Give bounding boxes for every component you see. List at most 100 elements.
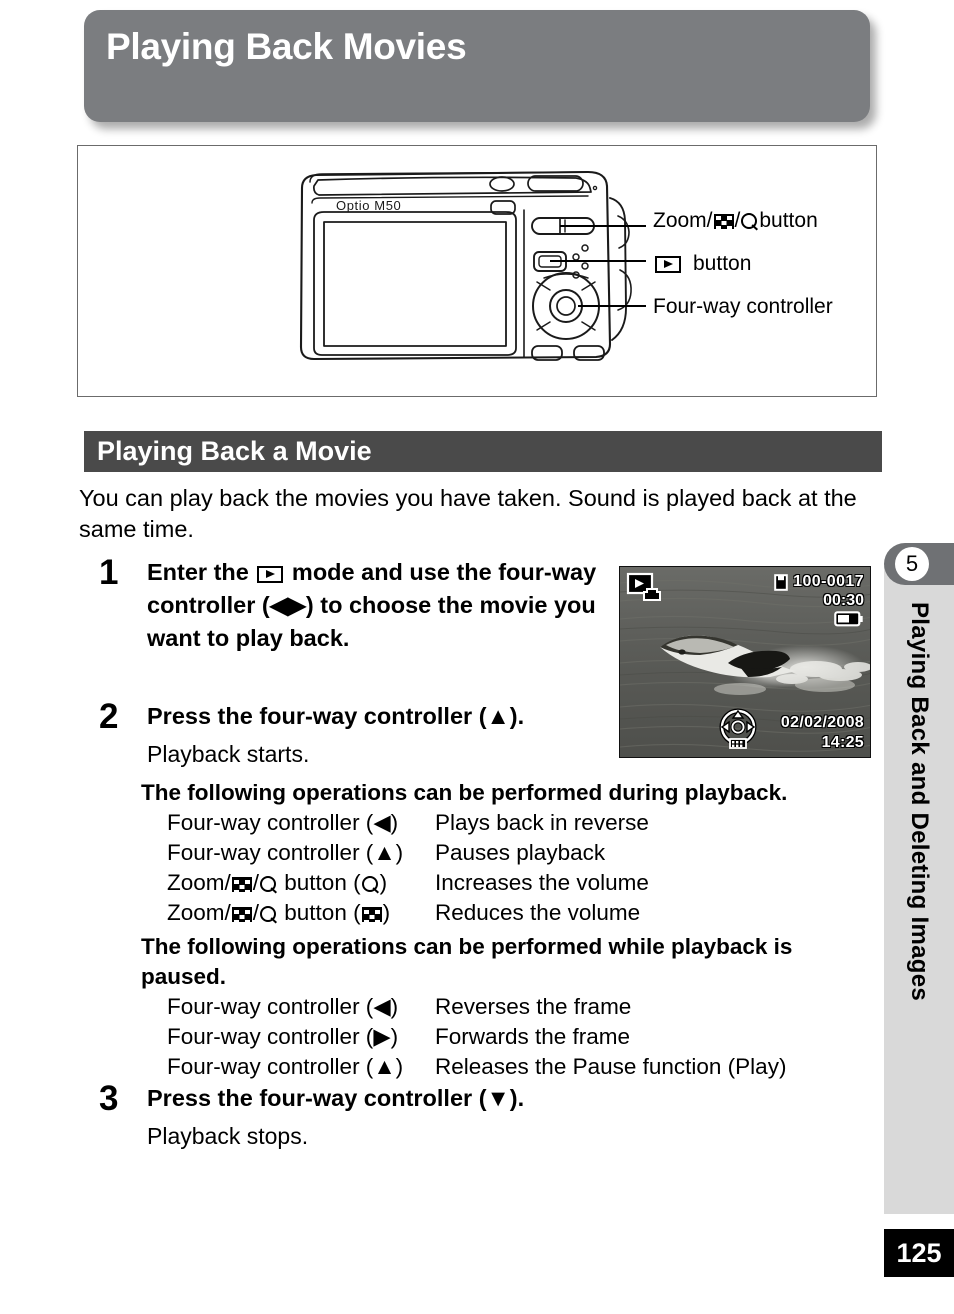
battery-icon bbox=[834, 611, 863, 627]
step-1-title: Enter the mode and use the four-way cont… bbox=[147, 556, 619, 655]
figure-callouts: Zoom/ / button button Four-way controlle… bbox=[653, 206, 833, 335]
section-header: Playing Back a Movie bbox=[84, 431, 882, 472]
operation-key-text: Four-way controller ( bbox=[167, 1024, 374, 1049]
zoom-button-callout: Zoom/ / button bbox=[653, 206, 833, 236]
operations-during-playback-heading: The following operations can be performe… bbox=[141, 780, 788, 805]
operation-key: Four-way controller (◀) bbox=[167, 992, 435, 1022]
step-1-text-a: Enter the bbox=[147, 559, 256, 585]
step-3-number: 3 bbox=[99, 1079, 119, 1118]
step-3: 3 Press the four-way controller (▼). Pla… bbox=[99, 1079, 819, 1152]
operation-row: Four-way controller (▲) Pauses playback bbox=[141, 838, 881, 868]
operation-key-text: Four-way controller ( bbox=[167, 840, 374, 865]
magnifier-icon bbox=[260, 906, 277, 923]
operation-key: Four-way controller (▶) bbox=[167, 1022, 435, 1052]
operation-key-end: ) bbox=[390, 1024, 399, 1049]
operation-row: Four-way controller (▶) Forwards the fra… bbox=[141, 1022, 881, 1052]
four-way-guide-icon bbox=[719, 708, 757, 749]
operation-key-end: ) bbox=[390, 994, 399, 1019]
operation-key-mid: button ( bbox=[278, 870, 361, 895]
left-arrow-icon: ◀ bbox=[269, 592, 288, 618]
zoom-callout-suffix: button bbox=[759, 209, 818, 232]
operation-key-text: Zoom/ bbox=[167, 900, 231, 925]
operation-value: Plays back in reverse bbox=[435, 810, 649, 835]
page-number: 125 bbox=[884, 1229, 954, 1277]
step-2-text-b: ). bbox=[509, 703, 525, 729]
operation-row: Zoom/ / button () Increases the volume bbox=[141, 868, 881, 898]
left-arrow-icon: ◀ bbox=[373, 810, 391, 835]
page-title: Playing Back Movies bbox=[106, 26, 467, 67]
chapter-number: 5 bbox=[895, 547, 929, 581]
up-arrow-icon: ▲ bbox=[486, 703, 510, 729]
manual-page: Playing Back Movies Optio M50 Zoom/ / bu… bbox=[0, 0, 954, 1314]
zoom-callout-prefix: Zoom/ bbox=[653, 209, 713, 232]
lcd-preview: 100-0017 00:30 02/02/2008 14:25 bbox=[619, 566, 871, 758]
operation-key: Zoom/ / button () bbox=[167, 868, 435, 898]
magnifier-icon bbox=[741, 212, 758, 230]
folder-icon bbox=[774, 574, 788, 591]
step-1-number: 1 bbox=[99, 553, 119, 592]
step-3-text-a: Press the four-way controller ( bbox=[147, 1085, 487, 1111]
down-arrow-icon: ▼ bbox=[486, 1085, 510, 1111]
operation-value: Pauses playback bbox=[435, 840, 606, 865]
four-way-callout-label: Four-way controller bbox=[653, 295, 833, 318]
chapter-title-vertical: Playing Back and Deleting Images bbox=[884, 596, 954, 1156]
operation-key-text: Zoom/ bbox=[167, 870, 231, 895]
operations-during-playback: The following operations can be performe… bbox=[141, 778, 881, 928]
step-2-number: 2 bbox=[99, 697, 119, 736]
page-title-banner: Playing Back Movies bbox=[84, 10, 870, 122]
operation-key-end: ) bbox=[379, 870, 388, 895]
grid-icon bbox=[231, 907, 252, 922]
operation-key-sep: / bbox=[252, 870, 260, 895]
chapter-title-label: Playing Back and Deleting Images bbox=[906, 602, 933, 1002]
step-2-text-a: Press the four-way controller ( bbox=[147, 703, 487, 729]
operation-key: Four-way controller (▲) bbox=[167, 1052, 435, 1082]
lcd-file-number: 100-0017 bbox=[793, 573, 864, 590]
playback-button-callout: button bbox=[653, 249, 833, 279]
operation-key-end: ) bbox=[390, 810, 399, 835]
operation-row: Zoom/ / button () Reduces the volume bbox=[141, 898, 881, 928]
operation-value: Reduces the volume bbox=[435, 900, 641, 925]
lcd-duration: 00:30 bbox=[823, 592, 864, 609]
right-arrow-icon: ▶ bbox=[287, 592, 306, 618]
operation-row: Four-way controller (▲) Releases the Pau… bbox=[141, 1052, 881, 1082]
operations-while-paused-heading: The following operations can be performe… bbox=[141, 934, 793, 989]
operation-key-end: ) bbox=[395, 840, 404, 865]
step-2: 2 Press the four-way controller (▲). Pla… bbox=[99, 697, 639, 770]
operation-row: Four-way controller (◀) Reverses the fra… bbox=[141, 992, 881, 1022]
lcd-time: 14:25 bbox=[821, 734, 864, 751]
chapter-tab: 5 bbox=[884, 543, 954, 585]
operation-key-text: Four-way controller ( bbox=[167, 1054, 374, 1079]
step-2-title: Press the four-way controller (▲). bbox=[147, 700, 524, 733]
play-mode-icon bbox=[257, 566, 284, 583]
operation-value: Reverses the frame bbox=[435, 994, 632, 1019]
operation-key-end: ) bbox=[382, 900, 391, 925]
magnifier-icon bbox=[361, 876, 379, 893]
operation-key: Four-way controller (◀) bbox=[167, 808, 435, 838]
operations-while-paused: The following operations can be performe… bbox=[141, 932, 881, 1082]
operation-value: Releases the Pause function (Play) bbox=[435, 1054, 787, 1079]
right-arrow-icon: ▶ bbox=[373, 1024, 391, 1049]
grid-icon bbox=[361, 907, 382, 922]
left-arrow-icon: ◀ bbox=[373, 994, 391, 1019]
operation-key-text: Four-way controller ( bbox=[167, 810, 374, 835]
camera-back-illustration: Optio M50 bbox=[299, 170, 646, 361]
grid-icon bbox=[231, 877, 252, 892]
up-arrow-icon: ▲ bbox=[373, 1054, 396, 1079]
up-arrow-icon: ▲ bbox=[373, 840, 396, 865]
operation-key: Zoom/ / button () bbox=[167, 898, 435, 928]
operation-key-text: Four-way controller ( bbox=[167, 994, 374, 1019]
playback-callout-suffix: button bbox=[693, 252, 752, 275]
operation-row: Four-way controller (◀) Plays back in re… bbox=[141, 808, 881, 838]
operation-key-mid: button ( bbox=[278, 900, 361, 925]
camera-figure: Optio M50 Zoom/ / button button Four-way… bbox=[77, 145, 877, 397]
operation-key-sep: / bbox=[252, 900, 260, 925]
callout-separator: / bbox=[734, 209, 741, 232]
step-1: 1 Enter the mode and use the four-way co… bbox=[99, 553, 619, 655]
movie-playback-icon bbox=[626, 572, 661, 601]
lcd-date: 02/02/2008 bbox=[780, 714, 864, 731]
magnifier-icon bbox=[260, 876, 277, 893]
operation-key-end: ) bbox=[395, 1054, 404, 1079]
four-way-controller-callout: Four-way controller bbox=[653, 292, 833, 322]
step-3-subtext: Playback stops. bbox=[147, 1123, 309, 1149]
operation-value: Forwards the frame bbox=[435, 1024, 631, 1049]
